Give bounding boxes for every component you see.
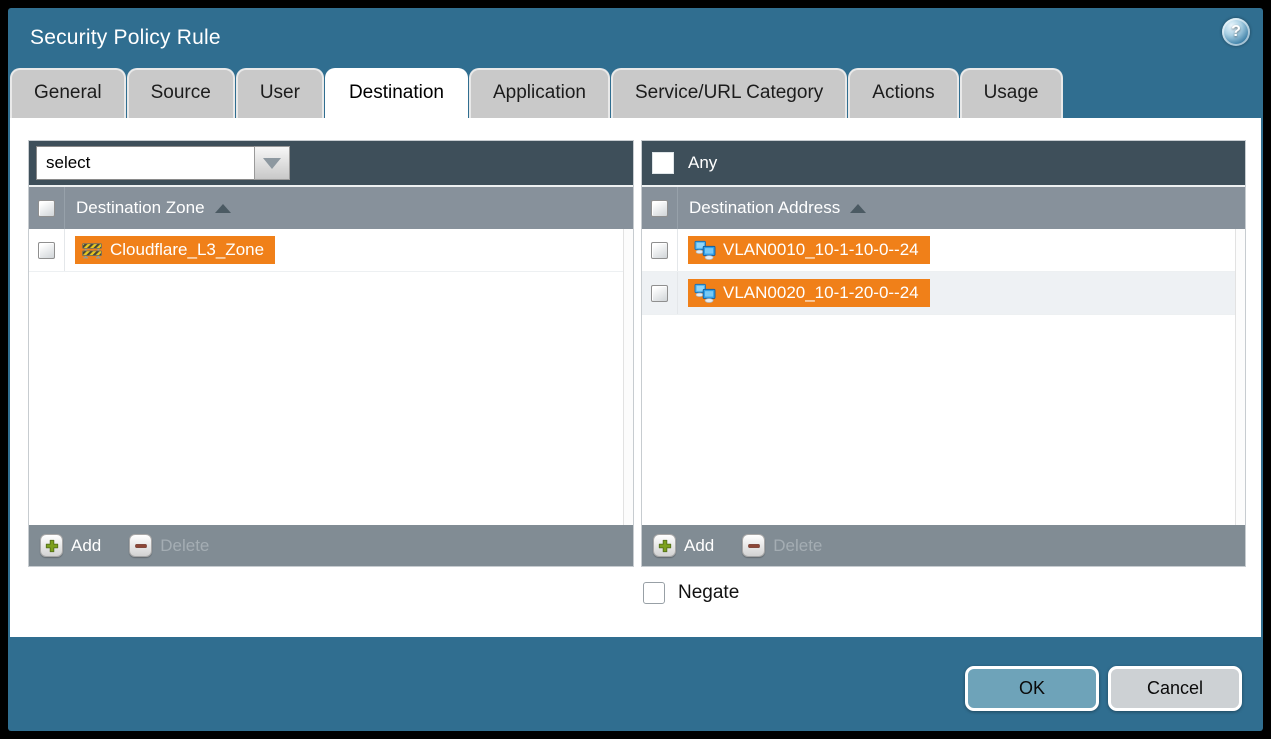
tab-application[interactable]: Application (469, 68, 610, 118)
network-address-icon (694, 240, 716, 260)
address-row-checkbox[interactable] (651, 242, 668, 259)
any-checkbox[interactable] (652, 152, 674, 174)
table-row: VLAN0020_10-1-20-0--24 (642, 272, 1245, 315)
address-panel-footer: Add Delete (642, 525, 1245, 566)
zone-row-checkbox[interactable] (38, 242, 55, 259)
negate-row: Negate (643, 582, 739, 604)
tab-user[interactable]: User (236, 68, 324, 118)
zone-column-header-row: Destination Zone (29, 185, 633, 229)
help-icon[interactable]: ? (1222, 18, 1250, 46)
zone-barrier-icon (81, 241, 103, 259)
address-column-header-row: Destination Address (642, 185, 1245, 229)
table-row: VLAN0010_10-1-10-0--24 (642, 229, 1245, 272)
add-address-button[interactable]: Add (653, 534, 714, 557)
delete-address-button[interactable]: Delete (742, 534, 822, 557)
select-all-zones-checkbox[interactable] (38, 200, 55, 217)
address-chip[interactable]: VLAN0010_10-1-10-0--24 (688, 236, 930, 264)
address-list: VLAN0010_10-1-10-0--24 (642, 229, 1245, 525)
any-label: Any (688, 153, 717, 173)
zone-filter-input[interactable] (36, 146, 254, 180)
address-panel-header: Any (642, 141, 1245, 185)
screen: { "window": { "title": "Security Policy … (0, 0, 1271, 739)
sort-ascending-icon[interactable] (215, 204, 231, 213)
network-address-icon (694, 283, 716, 303)
destination-tab-panel: Destination Zone (10, 118, 1261, 637)
tab-usage[interactable]: Usage (960, 68, 1063, 118)
select-all-addresses-checkbox[interactable] (651, 200, 668, 217)
sort-ascending-icon[interactable] (850, 204, 866, 213)
tab-source[interactable]: Source (127, 68, 235, 118)
negate-label: Negate (678, 582, 739, 604)
zone-filter-dropdown-button[interactable] (254, 146, 290, 180)
tab-general[interactable]: General (10, 68, 126, 118)
plus-icon (653, 534, 676, 557)
add-zone-label: Add (71, 536, 101, 556)
dialog-title: Security Policy Rule (30, 26, 221, 50)
zone-chip-label: Cloudflare_L3_Zone (110, 240, 264, 260)
zone-panel-header (29, 141, 633, 185)
chevron-down-icon (263, 158, 281, 169)
zone-panel-footer: Add Delete (29, 525, 633, 566)
address-chip-label: VLAN0010_10-1-10-0--24 (723, 240, 919, 260)
delete-zone-button[interactable]: Delete (129, 534, 209, 557)
minus-icon (129, 534, 152, 557)
tab-service-url-category[interactable]: Service/URL Category (611, 68, 847, 118)
negate-checkbox[interactable] (643, 582, 665, 604)
minus-icon (742, 534, 765, 557)
address-chip-label: VLAN0020_10-1-20-0--24 (723, 283, 919, 303)
add-address-label: Add (684, 536, 714, 556)
help-glyph: ? (1231, 23, 1241, 41)
tab-destination[interactable]: Destination (325, 68, 468, 118)
zone-list: Cloudflare_L3_Zone (29, 229, 633, 525)
address-row-checkbox[interactable] (651, 285, 668, 302)
ok-button[interactable]: OK (965, 666, 1099, 711)
tab-actions[interactable]: Actions (848, 68, 958, 118)
destination-zone-column-header[interactable]: Destination Zone (76, 198, 205, 218)
tab-bar: General Source User Destination Applicat… (10, 68, 1064, 118)
delete-address-label: Delete (773, 536, 822, 556)
security-policy-rule-dialog: Security Policy Rule ? General Source Us… (8, 8, 1263, 731)
zone-filter-combobox (36, 146, 290, 180)
zone-list-scrollbar[interactable] (623, 229, 633, 525)
destination-address-panel: Any Destination Address (641, 140, 1246, 567)
delete-zone-label: Delete (160, 536, 209, 556)
zone-chip[interactable]: Cloudflare_L3_Zone (75, 236, 275, 264)
plus-icon (40, 534, 63, 557)
destination-address-column-header[interactable]: Destination Address (689, 198, 840, 218)
cancel-button[interactable]: Cancel (1108, 666, 1242, 711)
address-list-scrollbar[interactable] (1235, 229, 1245, 525)
add-zone-button[interactable]: Add (40, 534, 101, 557)
destination-zone-panel: Destination Zone (28, 140, 634, 567)
table-row: Cloudflare_L3_Zone (29, 229, 633, 272)
address-chip[interactable]: VLAN0020_10-1-20-0--24 (688, 279, 930, 307)
